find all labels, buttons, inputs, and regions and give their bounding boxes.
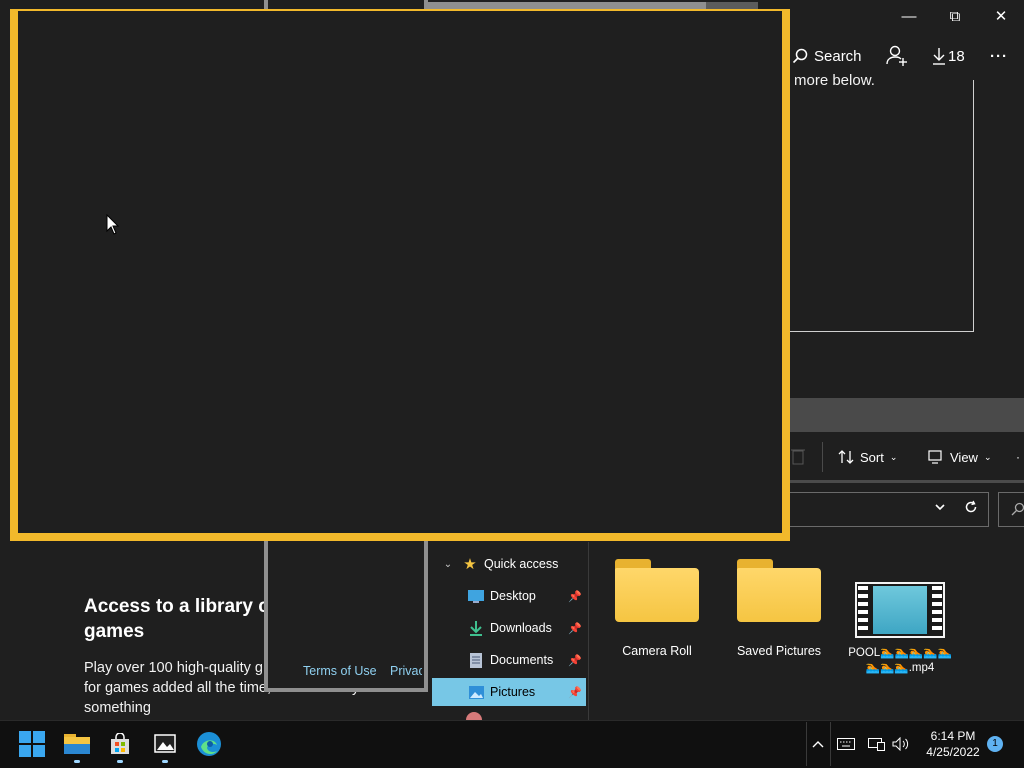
- nav-item-documents[interactable]: Documents 📌: [432, 646, 586, 674]
- clock-time: 6:14 PM: [930, 729, 976, 743]
- view-button[interactable]: View ⌄: [928, 446, 992, 468]
- clock-date: 4/25/2022: [926, 745, 980, 759]
- chevron-down-icon: ⌄: [983, 451, 992, 462]
- nav-label: Quick access: [484, 557, 559, 571]
- restore-button[interactable]: ⧉: [932, 6, 978, 28]
- explorer-titlebar: [790, 398, 1024, 432]
- file-item-camera-roll[interactable]: Camera Roll: [602, 556, 712, 659]
- star-icon: ★: [463, 556, 477, 573]
- command-bar-divider: [790, 480, 1024, 483]
- search-icon: [792, 48, 808, 64]
- explorer-search-box[interactable]: [998, 492, 1024, 527]
- download-arrow-icon: [933, 48, 945, 65]
- file-explorer-icon[interactable]: [61, 728, 93, 760]
- pin-icon: 📌: [568, 686, 582, 699]
- file-item-pool-video[interactable]: POOL🏊🏊🏊🏊🏊🏊🏊🏊.mp4: [846, 556, 954, 676]
- sort-icon: [838, 450, 854, 464]
- promo-heading: Access to a library c games: [84, 596, 269, 642]
- file-item-saved-pictures[interactable]: Saved Pictures: [724, 556, 834, 659]
- nav-item-downloads[interactable]: Downloads 📌: [432, 614, 586, 642]
- nav-item-pictures[interactable]: Pictures 📌: [432, 678, 586, 706]
- nav-label: Desktop: [490, 589, 536, 603]
- pin-icon: 📌: [568, 590, 582, 603]
- store-panel-text: more below.: [794, 72, 875, 89]
- nav-item-quick-access[interactable]: ⌄ ★ Quick access: [432, 550, 586, 578]
- downloads-count: 18: [948, 47, 965, 65]
- download-icon: [468, 620, 484, 636]
- tray-separator: [806, 722, 807, 766]
- store-search-label: Search: [814, 47, 862, 65]
- keyboard-icon[interactable]: [834, 732, 858, 756]
- sort-label: Sort: [860, 449, 884, 465]
- view-icon: [928, 450, 942, 464]
- person-add-icon: [886, 45, 907, 66]
- pin-icon: 📌: [568, 654, 582, 667]
- close-button[interactable]: ✕: [978, 6, 1024, 28]
- chevron-down-icon[interactable]: [934, 501, 946, 516]
- clock[interactable]: 6:14 PM 4/25/2022: [916, 728, 990, 760]
- pin-icon: 📌: [568, 622, 582, 635]
- nav-label: Documents: [490, 653, 554, 667]
- start-icon[interactable]: [16, 728, 48, 760]
- more-options-button[interactable]: ···: [990, 42, 1008, 70]
- chevron-down-icon[interactable]: ⌄: [440, 556, 456, 572]
- nav-item-desktop[interactable]: Desktop 📌: [432, 582, 586, 610]
- file-name: Saved Pictures: [736, 644, 822, 658]
- running-indicator: [74, 760, 80, 763]
- folder-icon: [737, 556, 821, 622]
- file-name: POOL🏊🏊🏊🏊🏊🏊🏊🏊.mp4: [848, 647, 952, 674]
- network-icon[interactable]: [866, 732, 888, 756]
- view-label: View: [950, 449, 978, 465]
- pictures-icon: [468, 684, 484, 700]
- edge-icon[interactable]: [193, 728, 225, 760]
- sort-button[interactable]: Sort ⌄: [838, 446, 897, 468]
- show-hidden-icons-icon[interactable]: [808, 732, 828, 756]
- store-content-panel: [790, 80, 974, 332]
- nav-label: Downloads: [490, 621, 552, 635]
- tray-separator: [830, 722, 831, 766]
- running-indicator: [162, 760, 168, 763]
- downloads-button[interactable]: 18: [932, 42, 965, 70]
- search-icon: [1011, 502, 1024, 516]
- navigation-pane-divider[interactable]: [588, 542, 589, 720]
- privacy-link[interactable]: Privac: [390, 664, 422, 678]
- more-commands-icon[interactable]: ·: [1016, 450, 1020, 464]
- store-icon[interactable]: [104, 728, 136, 760]
- nav-label: Pictures: [490, 685, 536, 699]
- address-bar[interactable]: [790, 492, 989, 527]
- store-search-button[interactable]: Search: [792, 42, 862, 70]
- desktop-icon: [468, 588, 484, 604]
- delete-icon[interactable]: [790, 446, 806, 466]
- notification-badge[interactable]: 1: [987, 736, 1003, 752]
- command-separator: [822, 442, 823, 472]
- account-button[interactable]: [886, 42, 908, 70]
- mouse-cursor-icon: [106, 214, 120, 235]
- running-indicator: [117, 760, 123, 763]
- volume-icon[interactable]: [890, 732, 912, 756]
- minimize-button[interactable]: —: [886, 6, 932, 28]
- folder-icon: [615, 556, 699, 622]
- refresh-icon[interactable]: [964, 500, 978, 519]
- foreground-window[interactable]: [10, 9, 790, 541]
- video-thumbnail-icon: [855, 582, 945, 638]
- documents-icon: [468, 652, 484, 668]
- chevron-down-icon: ⌄: [889, 451, 898, 462]
- terms-of-use-link[interactable]: Terms of Use: [303, 664, 377, 678]
- photos-icon[interactable]: [149, 728, 181, 760]
- file-name: Camera Roll: [622, 644, 692, 658]
